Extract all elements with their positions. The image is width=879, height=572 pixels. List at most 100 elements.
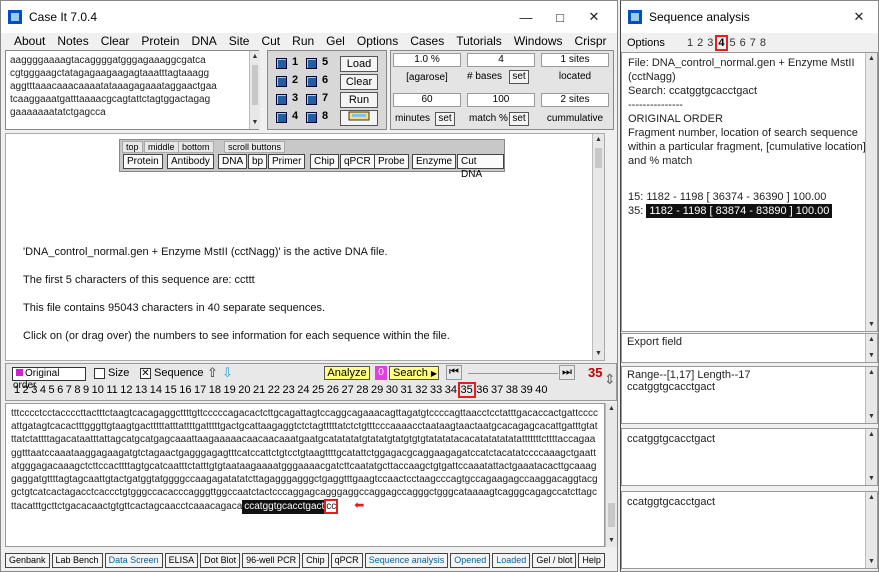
chip-bottom-button[interactable]: Chip xyxy=(302,553,329,568)
seq-num[interactable]: 5 xyxy=(49,384,55,396)
seq-num[interactable]: 34 xyxy=(445,384,457,396)
lane-box-6[interactable] xyxy=(306,76,317,87)
menu-windows[interactable]: Windows xyxy=(508,33,569,49)
menu-cases[interactable]: Cases xyxy=(404,33,450,49)
nav-slider[interactable] xyxy=(468,373,558,374)
enzyme-button[interactable]: Enzyme xyxy=(412,154,457,169)
lane-box-8[interactable] xyxy=(306,112,317,123)
scroll-thumb[interactable] xyxy=(608,503,615,527)
gel-blot-button[interactable]: Gel / blot xyxy=(532,553,577,568)
option-tab-6[interactable]: 6 xyxy=(740,37,746,49)
menu-options[interactable]: Options xyxy=(351,33,404,49)
seq-num[interactable]: 36 xyxy=(476,384,488,396)
seq-num[interactable]: 3 xyxy=(31,384,37,396)
menu-protein[interactable]: Protein xyxy=(135,33,185,49)
preview-scrollbar[interactable]: ▲ ▼ xyxy=(249,51,260,129)
options-label[interactable]: Options xyxy=(627,37,665,49)
lane-box-4[interactable] xyxy=(276,112,287,123)
close-icon[interactable]: ✕ xyxy=(577,7,611,27)
lane-box-5[interactable] xyxy=(306,58,317,69)
seq-panel-2-scrollbar[interactable]: ▲ ▼ xyxy=(865,429,877,485)
antibody-button[interactable]: Antibody xyxy=(167,154,214,169)
analyze-button[interactable]: Analyze xyxy=(324,366,370,380)
option-tab-2[interactable]: 2 xyxy=(697,37,703,49)
tab-scroll-buttons[interactable]: scroll buttons xyxy=(224,141,286,153)
option-tab-8[interactable]: 8 xyxy=(760,37,766,49)
seq-num[interactable]: 29 xyxy=(371,384,383,396)
tab-middle[interactable]: middle xyxy=(144,141,179,153)
protein-button[interactable]: Protein xyxy=(123,154,163,169)
seq-panel-3-scrollbar[interactable]: ▲ ▼ xyxy=(865,492,877,568)
seq-num[interactable]: 9 xyxy=(83,384,89,396)
first-icon[interactable]: ⏮ xyxy=(446,365,462,380)
seq-num[interactable]: 27 xyxy=(342,384,354,396)
seq-num[interactable]: 7 xyxy=(66,384,72,396)
96-well-pcr-button[interactable]: 96-well PCR xyxy=(242,553,301,568)
option-tab-1[interactable]: 1 xyxy=(687,37,693,49)
result-line-15[interactable]: 15: 1182 - 1198 [ 36374 - 36390 ] 100.00 xyxy=(628,190,871,204)
qpcr-bottom-button[interactable]: qPCR xyxy=(330,553,363,568)
info-scrollbar[interactable]: ▲ ▼ xyxy=(592,134,604,360)
seq-num[interactable]: 22 xyxy=(268,384,280,396)
clear-button[interactable]: Clear xyxy=(340,74,378,90)
scroll-up-icon[interactable]: ▲ xyxy=(593,134,604,146)
seq-num[interactable]: 39 xyxy=(521,384,533,396)
probe-button[interactable]: Probe xyxy=(374,154,409,169)
menu-clear[interactable]: Clear xyxy=(95,33,136,49)
option-tab-3[interactable]: 3 xyxy=(707,37,713,49)
qpcr-button[interactable]: qPCR xyxy=(340,154,375,169)
export-scrollbar[interactable]: ▲ ▼ xyxy=(865,334,877,362)
range-panel[interactable]: Range--[1,17] Length--17 ccatggtgcacctga… xyxy=(621,366,878,424)
option-tab-7[interactable]: 7 xyxy=(750,37,756,49)
agarose-value[interactable]: 1.0 % xyxy=(393,53,461,67)
gel-image-button[interactable] xyxy=(340,110,378,126)
bp-button[interactable]: bp xyxy=(248,154,268,169)
option-tab-5[interactable]: 5 xyxy=(730,37,736,49)
lane-box-2[interactable] xyxy=(276,76,287,87)
seq-num[interactable]: 15 xyxy=(165,384,177,396)
scroll-down-icon[interactable]: ▼ xyxy=(250,117,260,129)
genbank-button[interactable]: Genbank xyxy=(5,553,50,568)
maximize-icon[interactable]: □ xyxy=(543,7,577,27)
seq-num-selected[interactable]: 35 xyxy=(457,382,476,398)
data-screen-button[interactable]: Data Screen xyxy=(104,553,163,568)
seq-num[interactable]: 20 xyxy=(238,384,250,396)
scroll-down-icon[interactable]: ▼ xyxy=(866,473,877,485)
seq-num[interactable]: 23 xyxy=(283,384,295,396)
minimize-icon[interactable]: — xyxy=(509,7,543,27)
loaded-button[interactable]: Loaded xyxy=(492,553,531,568)
seq-num[interactable]: 8 xyxy=(74,384,80,396)
bases-value[interactable]: 4 xyxy=(467,53,535,67)
arrow-down-icon[interactable]: ⇩ xyxy=(222,365,233,381)
menu-gel[interactable]: Gel xyxy=(320,33,351,49)
seq-num[interactable]: 24 xyxy=(297,384,309,396)
scroll-down-icon[interactable]: ▼ xyxy=(866,411,877,423)
dot-blot-button[interactable]: Dot Blot xyxy=(200,553,241,568)
size-checkbox[interactable] xyxy=(94,368,105,379)
scroll-down-icon[interactable]: ▼ xyxy=(866,319,877,331)
seq-num[interactable]: 21 xyxy=(253,384,265,396)
dna-button[interactable]: DNA xyxy=(218,154,248,169)
option-tab-4-selected[interactable]: 4 xyxy=(715,35,728,51)
search-button[interactable]: Search ▶ xyxy=(389,366,439,380)
scroll-up-icon[interactable]: ▲ xyxy=(606,403,617,415)
run-button[interactable]: Run xyxy=(340,92,378,108)
menu-run[interactable]: Run xyxy=(286,33,320,49)
sequence-scrollbar[interactable]: ▲ ▼ xyxy=(605,403,617,547)
elisa-button[interactable]: ELISA xyxy=(164,553,199,568)
menu-notes[interactable]: Notes xyxy=(51,33,94,49)
minutes-value[interactable]: 60 xyxy=(393,93,461,107)
seq-num[interactable]: 16 xyxy=(179,384,191,396)
scroll-up-icon[interactable]: ▲ xyxy=(866,53,877,65)
lane-box-3[interactable] xyxy=(276,94,287,105)
seq-num[interactable]: 32 xyxy=(415,384,427,396)
scroll-up-icon[interactable]: ▲ xyxy=(866,429,877,441)
seq-num[interactable]: 38 xyxy=(506,384,518,396)
sequence-checkbox[interactable]: ✕ xyxy=(140,368,151,379)
lane-box-7[interactable] xyxy=(306,94,317,105)
seq-num[interactable]: 11 xyxy=(106,384,117,396)
scroll-down-icon[interactable]: ▼ xyxy=(866,556,877,568)
seq-num[interactable]: 26 xyxy=(327,384,339,396)
seq-num[interactable]: 2 xyxy=(23,384,29,396)
seq-num[interactable]: 18 xyxy=(209,384,221,396)
